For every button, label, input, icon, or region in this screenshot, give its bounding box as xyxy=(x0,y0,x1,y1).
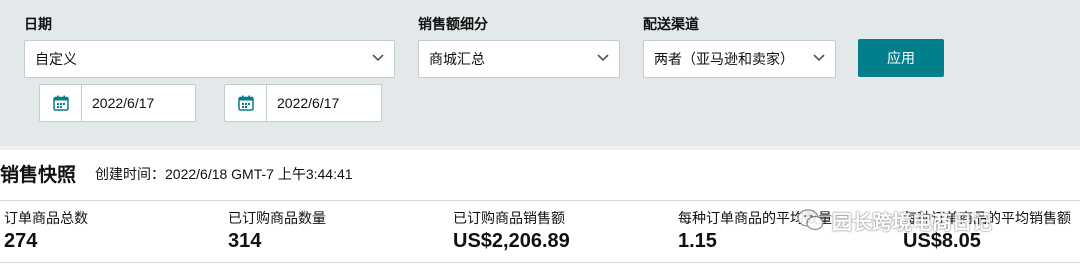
start-date-field[interactable]: 2022/6/17 xyxy=(39,84,196,122)
metric-units-ordered: 已订购商品数量 314 xyxy=(228,208,326,253)
end-date-value: 2022/6/17 xyxy=(277,95,340,111)
start-date-value: 2022/6/17 xyxy=(92,95,155,111)
metric-ordered-product-sales: 已订购商品销售额 US$2,206.89 xyxy=(453,208,570,253)
watermark-text: 园长跨境电商日记 xyxy=(832,211,992,234)
fulfillment-channel-value: 两者（亚马逊和卖家） xyxy=(654,51,794,67)
section-divider xyxy=(0,146,1080,150)
snapshot-created-time: 创建时间：2022/6/18 GMT-7 上午3:44:41 xyxy=(95,166,353,182)
calendar-icon[interactable] xyxy=(225,85,267,121)
snapshot-title: 销售快照 xyxy=(0,165,77,186)
date-range-value: 自定义 xyxy=(35,51,77,67)
channel-label: 配送渠道 xyxy=(643,16,699,32)
chevron-down-icon xyxy=(372,54,384,62)
metric-value: 274 xyxy=(4,230,38,252)
filter-panel: 日期 销售额细分 配送渠道 自定义 商城汇总 两者（亚马逊和卖家） 应用 202… xyxy=(0,0,1080,146)
sales-breakdown-value: 商城汇总 xyxy=(429,51,485,67)
sales-breakdown-select[interactable]: 商城汇总 xyxy=(418,40,620,78)
metric-label: 订单商品总数 xyxy=(4,210,88,226)
metric-value: 314 xyxy=(228,230,262,252)
watermark: 园长跨境电商日记 xyxy=(796,200,992,240)
metric-value: US$2,206.89 xyxy=(453,230,570,252)
wechat-icon xyxy=(797,209,824,231)
metric-label: 已订购商品销售额 xyxy=(453,210,565,226)
date-label: 日期 xyxy=(24,16,52,32)
chevron-down-icon xyxy=(813,54,825,62)
metric-total-order-items: 订单商品总数 274 xyxy=(4,208,88,253)
divider xyxy=(0,262,1080,263)
fulfillment-channel-select[interactable]: 两者（亚马逊和卖家） xyxy=(643,40,836,78)
metric-label: 已订购商品数量 xyxy=(228,210,326,226)
date-range-select[interactable]: 自定义 xyxy=(24,40,395,78)
breakdown-label: 销售额细分 xyxy=(418,16,488,32)
calendar-icon[interactable] xyxy=(40,85,82,121)
chevron-down-icon xyxy=(597,54,609,62)
apply-button[interactable]: 应用 xyxy=(858,39,944,77)
end-date-field[interactable]: 2022/6/17 xyxy=(224,84,382,122)
